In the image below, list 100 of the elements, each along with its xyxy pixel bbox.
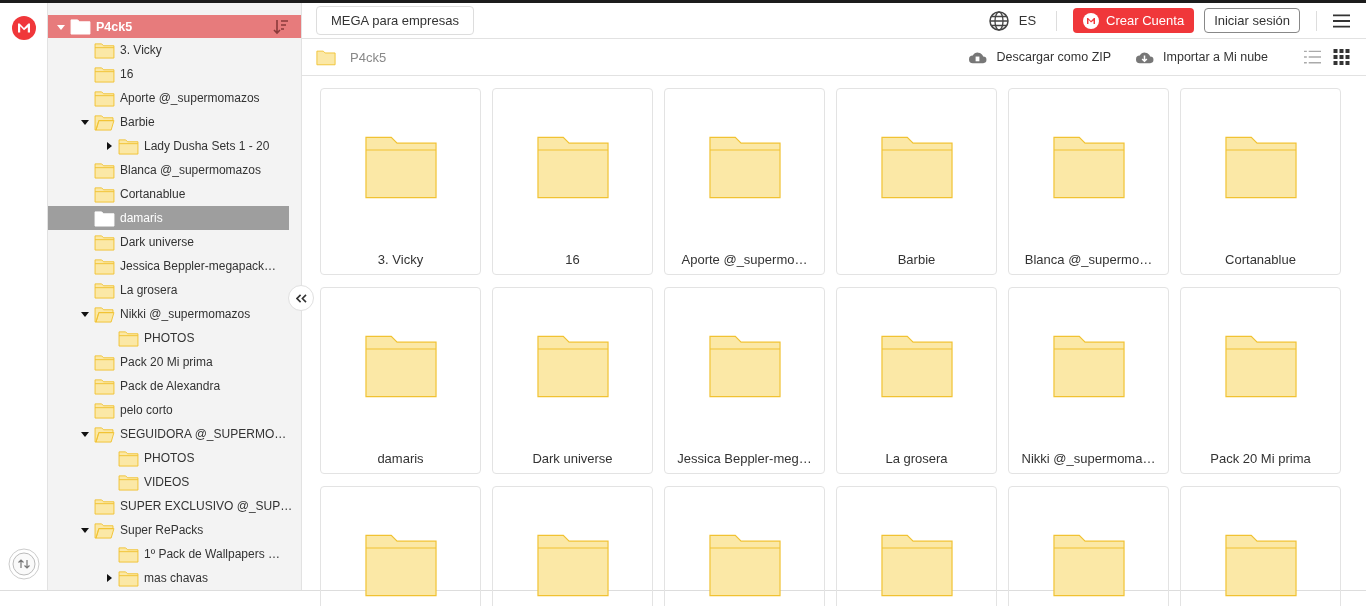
caret-icon[interactable] bbox=[81, 430, 89, 438]
folder-icon bbox=[70, 18, 91, 35]
folder-icon bbox=[94, 209, 115, 227]
folder-icon bbox=[1052, 334, 1125, 399]
folder-icon bbox=[94, 401, 115, 419]
folder-icon bbox=[880, 533, 953, 598]
language-label[interactable]: ES bbox=[1018, 13, 1037, 28]
folder-tile[interactable]: La grosera bbox=[836, 287, 997, 474]
login-button[interactable]: Iniciar sesión bbox=[1204, 8, 1300, 33]
folder-icon bbox=[94, 281, 115, 299]
folder-tree-item[interactable]: Nikki @_supermomazos bbox=[48, 302, 289, 326]
folder-icon bbox=[536, 334, 609, 399]
folder-tree-item[interactable]: 16 bbox=[48, 62, 289, 86]
folder-tree-item[interactable]: Lady Dusha Sets 1 - 20 bbox=[48, 134, 289, 158]
folder-icon bbox=[364, 533, 437, 598]
folder-icon bbox=[708, 533, 781, 598]
folder-icon bbox=[94, 89, 115, 107]
folder-icon bbox=[316, 48, 336, 66]
folder-name: Pack 20 Mi prima bbox=[1210, 451, 1311, 466]
folder-tile[interactable]: Cortanablue bbox=[1180, 88, 1341, 275]
folder-tile[interactable]: 16 bbox=[492, 88, 653, 275]
folder-name: Aporte @_supermo… bbox=[681, 252, 808, 267]
folder-name: Nikki @_supermoma… bbox=[1021, 451, 1156, 466]
folder-name: Barbie bbox=[897, 252, 936, 267]
folder-tile[interactable]: Aporte @_supermo… bbox=[664, 88, 825, 275]
folder-name: Cortanablue bbox=[1225, 252, 1296, 267]
folder-icon bbox=[1224, 533, 1297, 598]
folder-tree-item[interactable]: 1º Pack de Wallpapers … bbox=[48, 542, 289, 566]
folder-icon bbox=[94, 65, 115, 83]
folder-icon bbox=[94, 497, 115, 515]
folder-icon bbox=[1052, 135, 1125, 200]
breadcrumb-folder[interactable]: P4ck5 bbox=[350, 49, 387, 65]
folder-tree-item[interactable]: La grosera bbox=[48, 278, 289, 302]
open-folder-icon bbox=[94, 305, 115, 323]
caret-icon[interactable] bbox=[105, 574, 113, 582]
folder-icon bbox=[118, 329, 139, 347]
folder-tree-item[interactable]: PHOTOS bbox=[48, 326, 289, 350]
folder-tree-item[interactable]: VIDEOS bbox=[48, 470, 289, 494]
folder-name: La grosera bbox=[885, 451, 948, 466]
folder-icon bbox=[708, 334, 781, 399]
caret-icon[interactable] bbox=[81, 310, 89, 318]
folder-icon bbox=[94, 353, 115, 371]
business-button[interactable]: MEGA para empresas bbox=[316, 6, 474, 35]
folder-icon bbox=[118, 137, 139, 155]
globe-icon[interactable] bbox=[988, 10, 1009, 31]
open-folder-icon bbox=[94, 425, 115, 443]
folder-tile[interactable]: Blanca @_supermo… bbox=[1008, 88, 1169, 275]
folder-tree-item[interactable]: Cortanablue bbox=[48, 182, 289, 206]
transfers-icon[interactable] bbox=[7, 548, 40, 580]
folder-tree-item[interactable]: Aporte @_supermomazos bbox=[48, 86, 289, 110]
folder-tree-item[interactable]: Pack de Alexandra bbox=[48, 374, 289, 398]
open-folder-icon bbox=[94, 113, 115, 131]
open-folder-icon bbox=[94, 521, 115, 539]
folder-tree-item[interactable]: Dark universe bbox=[48, 230, 289, 254]
folder-icon bbox=[94, 41, 115, 59]
folder-tree-item[interactable]: PHOTOS bbox=[48, 446, 289, 470]
create-account-button[interactable]: Crear Cuenta bbox=[1073, 8, 1195, 33]
folder-tile[interactable]: Pack 20 Mi prima bbox=[1180, 287, 1341, 474]
folder-name: Jessica Beppler-meg… bbox=[677, 451, 812, 466]
folder-name: 3. Vicky bbox=[377, 252, 424, 267]
list-view-icon[interactable] bbox=[1304, 49, 1321, 65]
folder-tree-item[interactable]: Pack 20 Mi prima bbox=[48, 350, 289, 374]
folder-tile[interactable]: 3. Vicky bbox=[320, 88, 481, 275]
import-button[interactable]: Importar a Mi nube bbox=[1135, 48, 1268, 66]
folder-tree-item[interactable]: pelo corto bbox=[48, 398, 289, 422]
folder-tree-item[interactable]: Blanca @_supermomazos bbox=[48, 158, 289, 182]
folder-icon bbox=[1224, 135, 1297, 200]
folder-name: Dark universe bbox=[532, 451, 613, 466]
folder-tile[interactable]: Jessica Beppler-meg… bbox=[664, 287, 825, 474]
collapse-sidebar-button[interactable] bbox=[288, 285, 314, 311]
folder-icon bbox=[94, 377, 115, 395]
folder-icon bbox=[94, 185, 115, 203]
folder-icon bbox=[118, 473, 139, 491]
folder-tree-item[interactable]: mas chavas bbox=[48, 566, 289, 590]
folder-icon bbox=[94, 233, 115, 251]
folder-tree-item[interactable]: SEGUIDORA @_SUPERMO… bbox=[48, 422, 289, 446]
folder-tree-item[interactable]: Jessica Beppler-megapack… bbox=[48, 254, 289, 278]
folder-tree-item[interactable]: Super RePacks bbox=[48, 518, 289, 542]
mega-logo-icon[interactable] bbox=[11, 16, 36, 40]
download-zip-button[interactable]: Descargar como ZIP bbox=[968, 48, 1112, 66]
grid-view-icon[interactable] bbox=[1333, 49, 1350, 65]
folder-tree-item[interactable]: SUPER EXCLUSIVO @_SUP… bbox=[48, 494, 289, 518]
folder-tile[interactable]: Dark universe bbox=[492, 287, 653, 474]
caret-icon[interactable] bbox=[81, 526, 89, 534]
folder-icon bbox=[118, 449, 139, 467]
folder-tree-item[interactable]: 3. Vicky bbox=[48, 38, 289, 62]
folder-tile[interactable]: Nikki @_supermoma… bbox=[1008, 287, 1169, 474]
folder-icon bbox=[708, 135, 781, 200]
folder-icon bbox=[536, 135, 609, 200]
mega-logo-icon bbox=[1083, 12, 1100, 29]
folder-icon bbox=[118, 569, 139, 587]
caret-icon[interactable] bbox=[81, 118, 89, 126]
caret-icon[interactable] bbox=[105, 142, 113, 150]
folder-tile[interactable]: Barbie bbox=[836, 88, 997, 275]
folder-icon bbox=[94, 161, 115, 179]
folder-tree-item[interactable]: Barbie bbox=[48, 110, 289, 134]
sort-icon[interactable] bbox=[273, 18, 289, 35]
menu-icon[interactable] bbox=[1333, 13, 1350, 28]
folder-tile[interactable]: damaris bbox=[320, 287, 481, 474]
folder-icon bbox=[880, 135, 953, 200]
